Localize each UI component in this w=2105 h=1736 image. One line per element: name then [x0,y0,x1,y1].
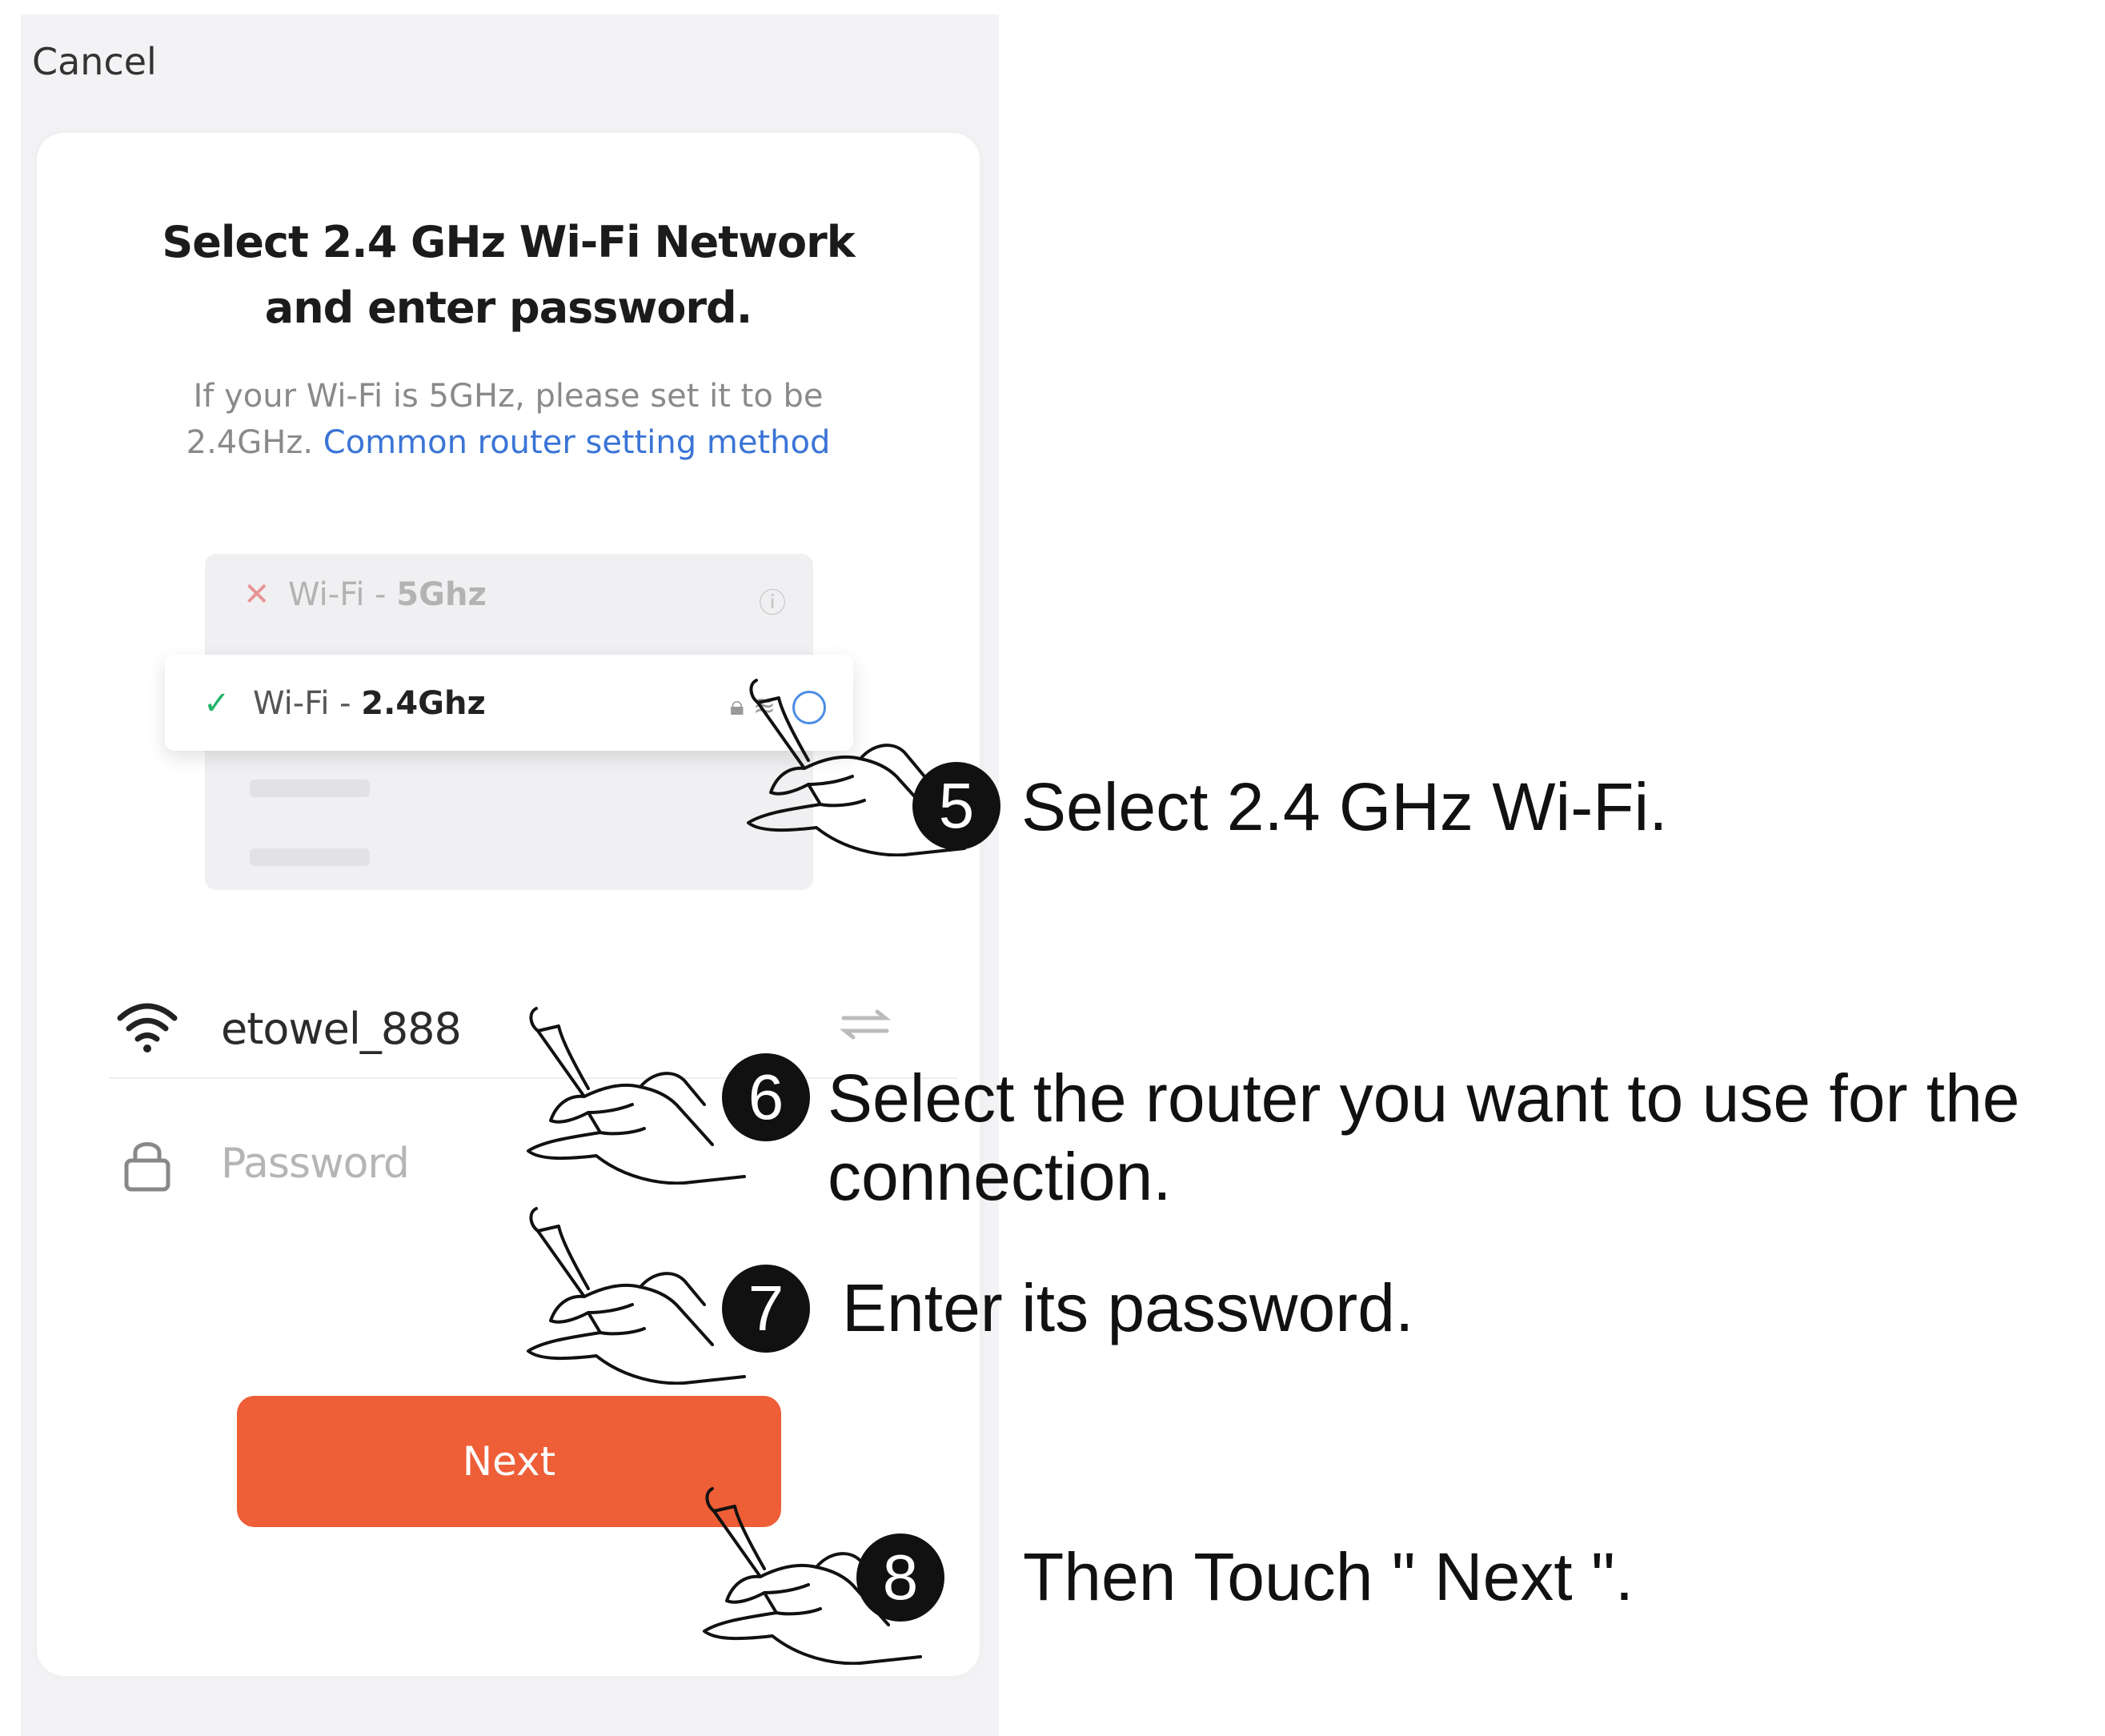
password-input[interactable]: Password [221,1140,410,1188]
page-subtitle: If your Wi-Fi is 5GHz, please set it to … [37,373,980,466]
network-name: etowel_888 [221,1004,462,1054]
step-text-line-2: connection. [828,1139,1172,1214]
step-number: 7 [722,1265,810,1353]
step-text: Then Touch " Next ". [1023,1539,1634,1614]
switch-network-icon[interactable] [837,1008,893,1040]
wifi-item-5ghz[interactable]: ✕ Wi-Fi - 5Ghz ⓘ [205,554,813,634]
subtitle-line-2: 2.4GHz. Common router setting method [37,419,980,466]
title-line-1: Select 2.4 GHz Wi-Fi Network [162,217,855,267]
step-text: Select 2.4 GHz Wi-Fi. [1021,769,1668,844]
subtitle-prefix: 2.4GHz. [186,424,314,461]
router-setting-link[interactable]: Common router setting method [323,424,831,461]
wifi-icon [117,1003,178,1052]
step-number: 5 [912,762,1000,850]
x-icon: ✕ [243,576,271,613]
step-number: 6 [722,1053,810,1141]
lock-icon [124,1142,170,1192]
placeholder-row [250,848,370,866]
setup-card: Select 2.4 GHz Wi-Fi Network and enter p… [37,133,980,1676]
wifi-list-illustration: ✕ Wi-Fi - 5Ghz ⓘ ✓ Wi-Fi - 2.4Ghz 🔒︎ ≋ [165,554,853,890]
step-text-line-1: Select the router you want to use for th… [828,1060,2020,1136]
check-icon: ✓ [203,685,231,722]
hand-pointer-icon [527,1207,746,1385]
subtitle-line-1: If your Wi-Fi is 5GHz, please set it to … [193,378,824,415]
wifi-item-label: Wi-Fi - 5Ghz [288,576,487,613]
info-icon: ⓘ [759,587,786,619]
cancel-button[interactable]: Cancel [32,40,157,83]
page-title: Select 2.4 GHz Wi-Fi Network and enter p… [37,210,980,341]
placeholder-row [250,780,370,797]
wifi-item-label: Wi-Fi - 2.4Ghz [253,685,486,722]
step-text: Enter its password. [842,1270,1414,1345]
title-line-2: and enter password. [264,283,752,333]
step-number: 8 [856,1534,944,1622]
hand-pointer-icon [527,1007,746,1185]
